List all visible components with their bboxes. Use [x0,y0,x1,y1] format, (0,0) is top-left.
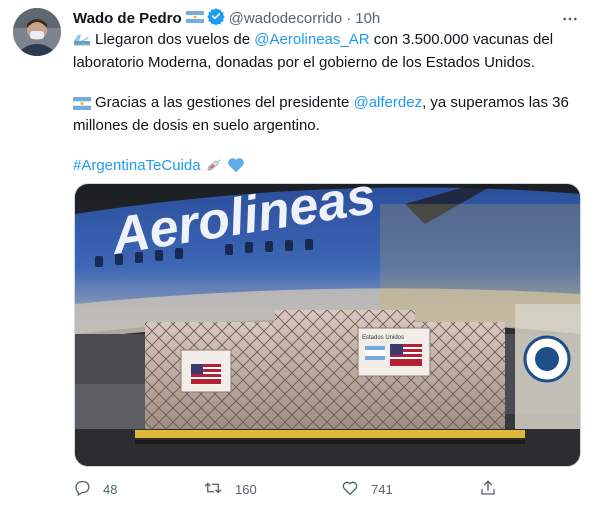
reply-count: 48 [103,481,118,497]
hashtag-argentinatecuida[interactable]: #ArgentinaTeCuida [73,157,201,174]
tweet-actions: 48 160 741 [73,478,523,500]
like-button[interactable]: 741 [341,478,393,500]
tweet: Wado de Pedro @wadodecorrido · 10h Llega… [0,0,596,514]
retweet-button[interactable]: 160 [203,478,257,500]
separator-dot: · [346,10,352,27]
verified-badge-icon [206,7,225,31]
airplane-emoji-icon [73,31,91,53]
syringe-emoji-icon [205,157,223,179]
reply-icon [73,479,91,500]
tweet-paragraph-1: Llegaron dos vuelos de @Aerolineas_AR co… [73,30,578,73]
heart-icon [341,479,359,500]
retweet-icon [203,479,223,500]
share-icon [479,479,497,500]
argentina-flag-emoji-icon [73,96,91,116]
mention-aerolineas[interactable]: @Aerolineas_AR [254,31,369,48]
more-options-icon[interactable] [560,9,580,29]
tweet-paragraph-3: #ArgentinaTeCuida [73,156,578,179]
crate-flag-label-right: Estados Unidos [357,327,431,377]
argentina-flag-icon [185,9,204,29]
tweet-photo[interactable]: Aerolineas Estados Unidos [74,183,581,467]
paragraph-2-text-start: Gracias a las gestiones del presidente [95,94,354,111]
user-handle[interactable]: @wadodecorrido [229,9,343,29]
share-button[interactable] [479,478,497,500]
retweet-count: 160 [235,481,257,497]
display-name[interactable]: Wado de Pedro [73,9,182,29]
mention-alferdez[interactable]: @alferdez [353,94,422,111]
crate-label-text: Estados Unidos [362,335,404,341]
reply-button[interactable]: 48 [73,478,117,500]
tweet-paragraph-2: Gracias a las gestiones del presidente @… [73,93,578,136]
crate-flag-label-left [180,349,232,393]
paragraph-1-text-start: Llegaron dos vuelos de [95,31,255,48]
like-count: 741 [371,481,393,497]
tweet-header: Wado de Pedro @wadodecorrido · 10h [73,7,380,31]
avatar[interactable] [13,8,61,56]
timestamp[interactable]: 10h [355,9,380,29]
tweet-text: Llegaron dos vuelos de @Aerolineas_AR co… [73,30,578,179]
blue-heart-emoji-icon [227,157,245,179]
